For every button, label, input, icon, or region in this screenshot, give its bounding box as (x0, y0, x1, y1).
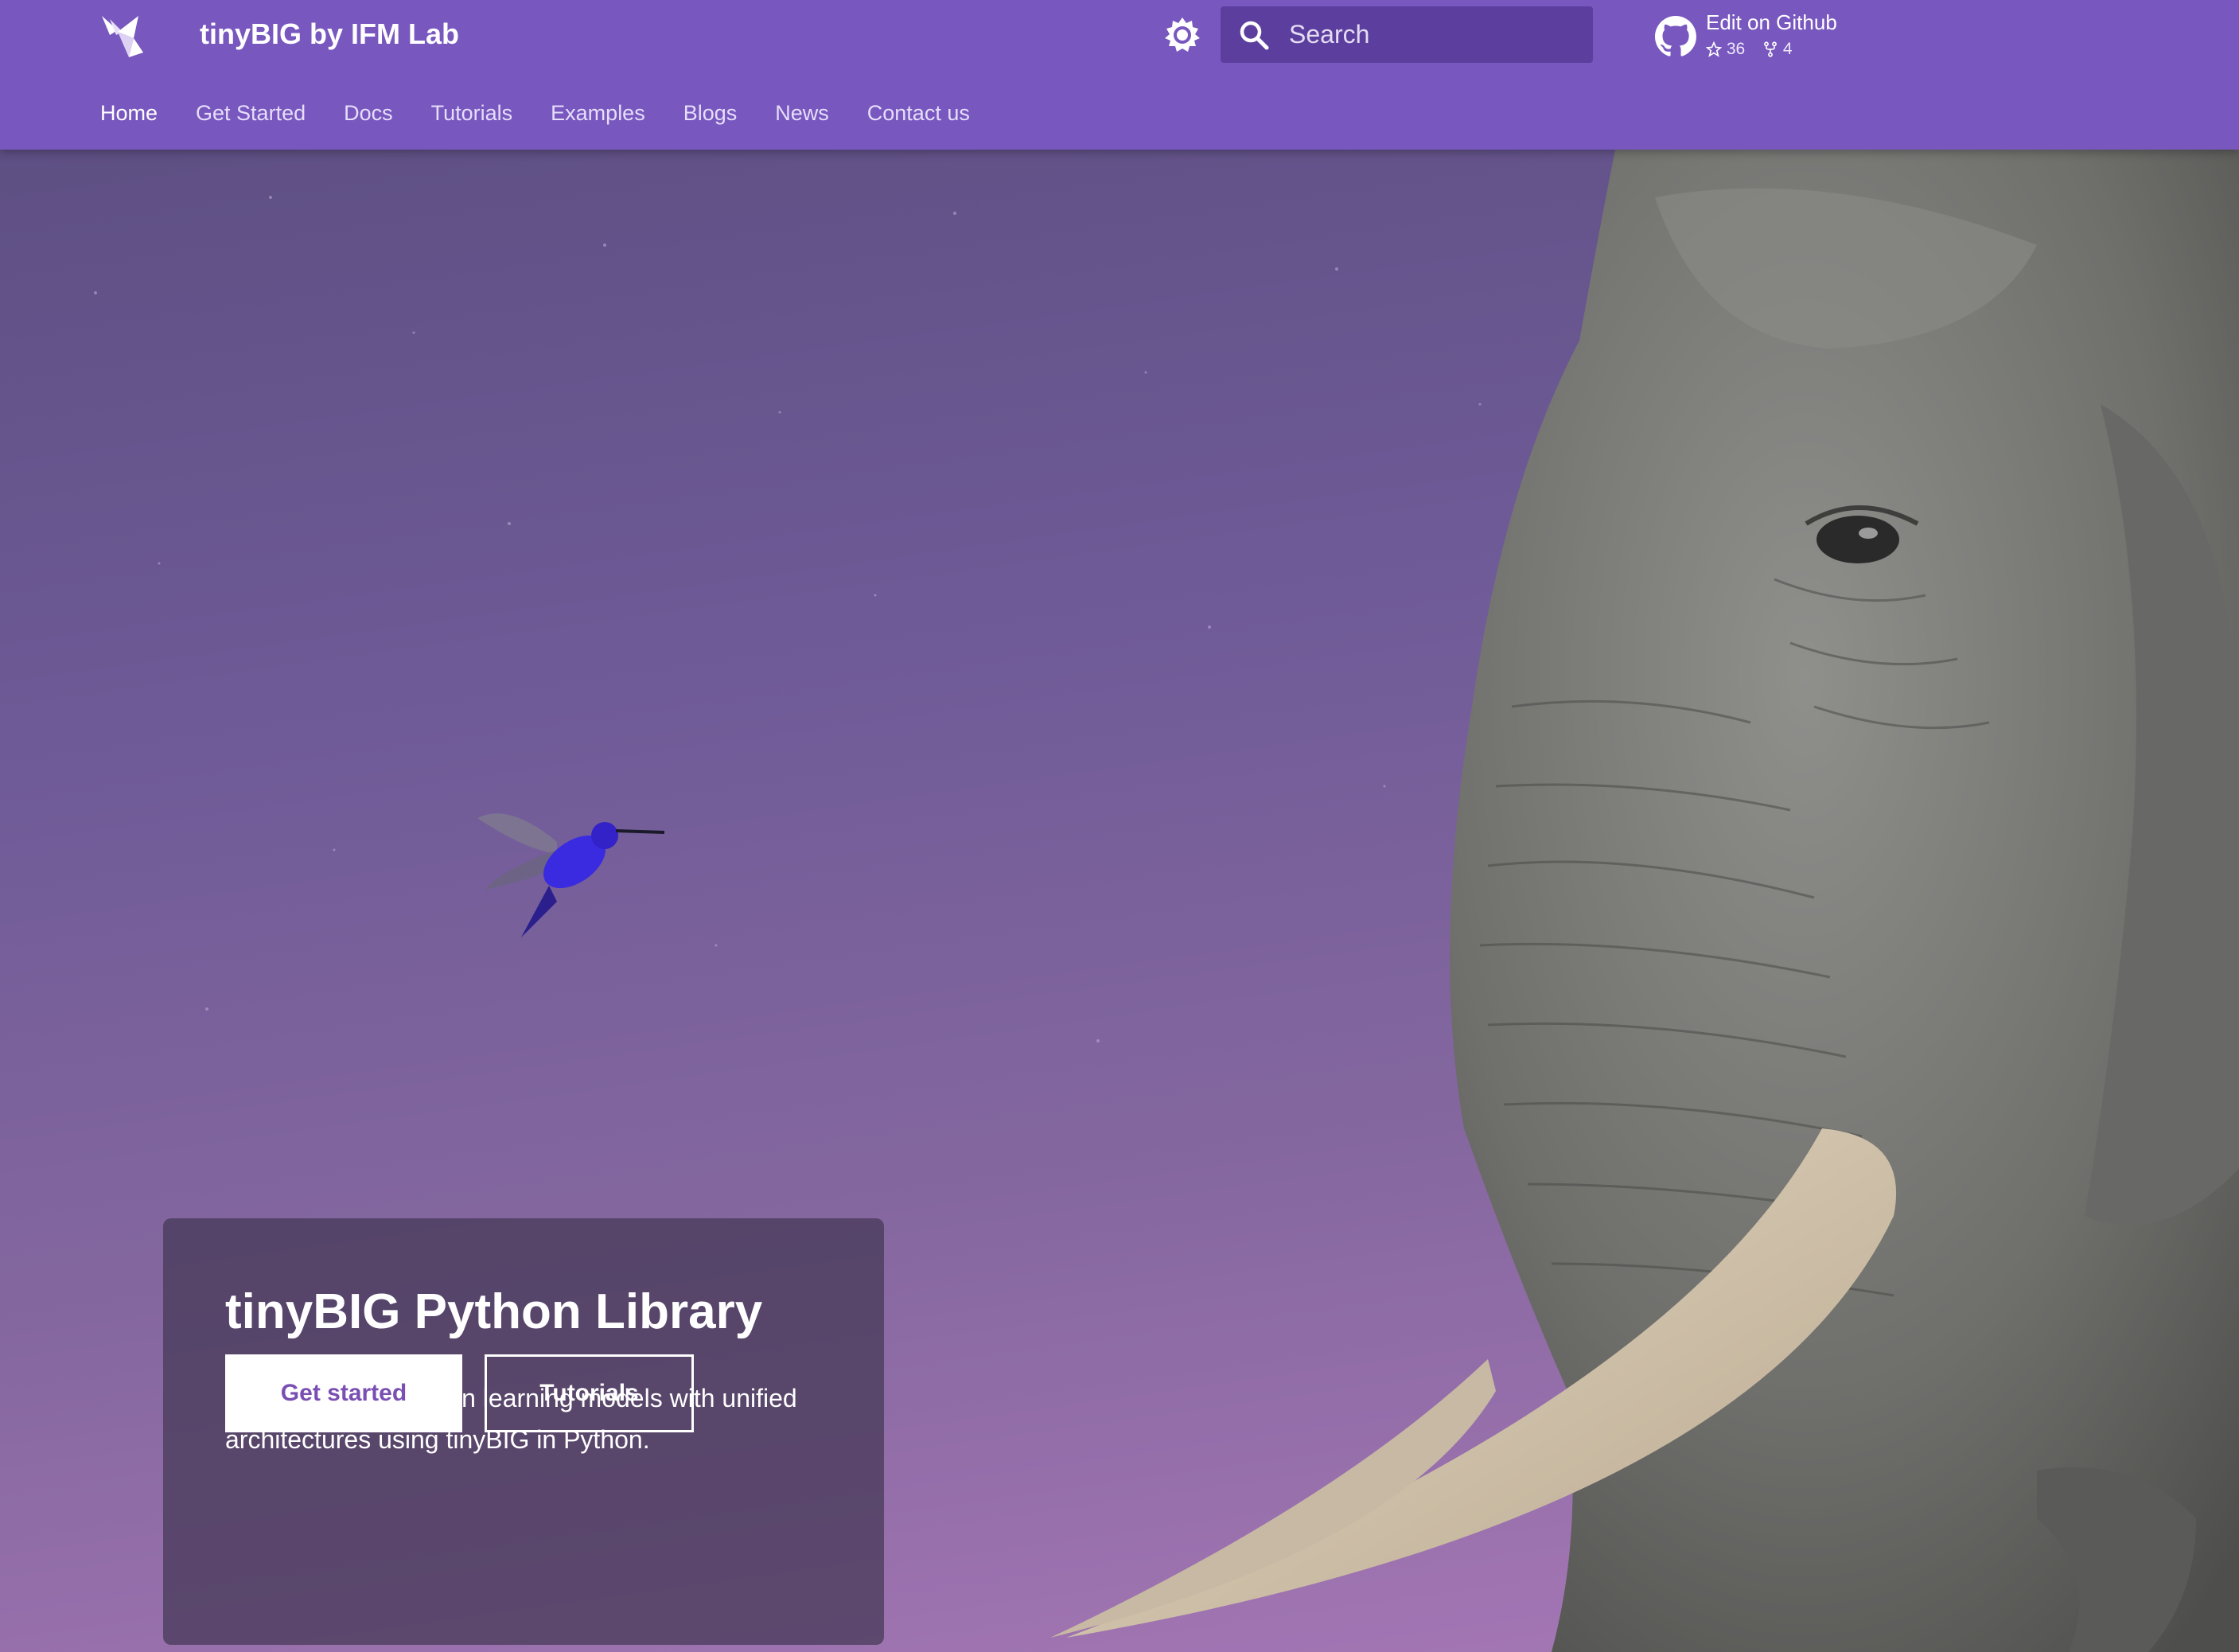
tab-contact-us[interactable]: Contact us (867, 95, 970, 131)
hero-title: tinyBIG Python Library (225, 1284, 763, 1339)
main-nav-tabs: Home Get Started Docs Tutorials Examples… (100, 95, 1008, 131)
search-box[interactable] (1221, 6, 1593, 63)
tab-home[interactable]: Home (100, 95, 158, 131)
repo-label: Edit on Github (1706, 10, 1837, 34)
tutorials-button[interactable]: Tutorials (485, 1354, 694, 1432)
hummingbird-image (477, 813, 665, 937)
github-icon (1655, 16, 1696, 56)
tab-docs[interactable]: Docs (344, 95, 393, 131)
search-input[interactable] (1289, 14, 1575, 54)
origami-bird-icon[interactable] (99, 11, 151, 59)
github-repo-link[interactable]: Edit on Github 36 4 (1653, 8, 1860, 64)
star-icon (1705, 41, 1723, 57)
forks-count: 4 (1782, 39, 1793, 58)
stars-count: 36 (1726, 39, 1746, 58)
repo-facts: 36 4 (1705, 38, 1805, 60)
tab-examples[interactable]: Examples (551, 95, 645, 131)
tab-news[interactable]: News (775, 95, 829, 131)
brightness-icon[interactable] (1163, 16, 1201, 54)
site-title[interactable]: tinyBIG by IFM Lab (200, 14, 459, 54)
search-icon[interactable] (1238, 19, 1270, 51)
elephant-image (1050, 150, 2239, 1652)
fork-icon (1764, 41, 1777, 57)
tab-get-started[interactable]: Get Started (196, 95, 306, 131)
tab-tutorials[interactable]: Tutorials (431, 95, 513, 131)
tab-blogs[interactable]: Blogs (683, 95, 738, 131)
get-started-button[interactable]: Get started (225, 1354, 462, 1432)
top-header: tinyBIG by IFM Lab Edit on Github 36 (0, 0, 2239, 150)
